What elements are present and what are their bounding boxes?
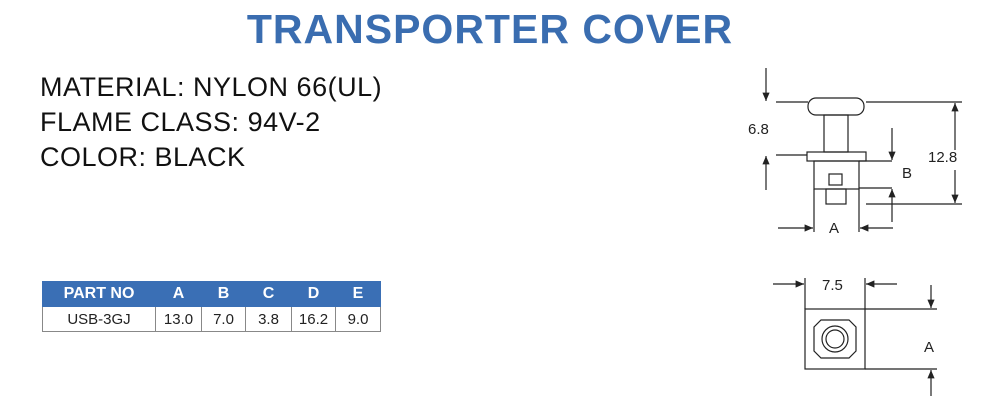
spec-color: COLOR: BLACK [40, 142, 246, 172]
top-view-circle-inner [825, 329, 845, 349]
header-c: C [245, 281, 292, 307]
spec-material: MATERIAL: NYLON 66(UL) [40, 72, 383, 102]
dim-7-5-label: 7.5 [822, 277, 843, 294]
technical-drawing: 6.8 12.8 B A 7.5 A [748, 68, 962, 396]
dim-a-top-label: A [924, 339, 934, 356]
top-view [773, 278, 937, 396]
cell-a: 13.0 [155, 306, 202, 332]
dim-12-8-label: 12.8 [928, 149, 957, 166]
header-e: E [335, 281, 381, 307]
side-view-cap [807, 97, 865, 116]
page-title: TRANSPORTER COVER [246, 6, 734, 52]
side-view-pin [825, 188, 847, 205]
cell-d: 16.2 [291, 306, 336, 332]
cell-c: 3.8 [245, 306, 292, 332]
cell-part-no: USB-3GJ [42, 306, 156, 332]
parts-table: PART NO A B C D E USB-3GJ 13.0 7.0 3.8 1… [42, 281, 381, 332]
spec-list: MATERIAL: NYLON 66(UL) FLAME CLASS: 94V-… [40, 70, 382, 175]
dim-a-side-label: A [829, 220, 839, 237]
dim-6-8-label: 6.8 [748, 121, 769, 138]
header-d: D [291, 281, 336, 307]
side-view-window [828, 173, 843, 186]
cell-b: 7.0 [201, 306, 246, 332]
table-header-row: PART NO A B C D E [42, 281, 381, 307]
side-view-collar [806, 151, 867, 162]
header-b: B [201, 281, 246, 307]
table-row: USB-3GJ 13.0 7.0 3.8 16.2 9.0 [42, 306, 381, 332]
cell-e: 9.0 [335, 306, 381, 332]
header-part-no: PART NO [42, 281, 156, 307]
dim-b-label: B [902, 165, 912, 182]
side-view-neck [823, 114, 849, 153]
spec-flame-class: FLAME CLASS: 94V-2 [40, 107, 321, 137]
header-a: A [155, 281, 202, 307]
